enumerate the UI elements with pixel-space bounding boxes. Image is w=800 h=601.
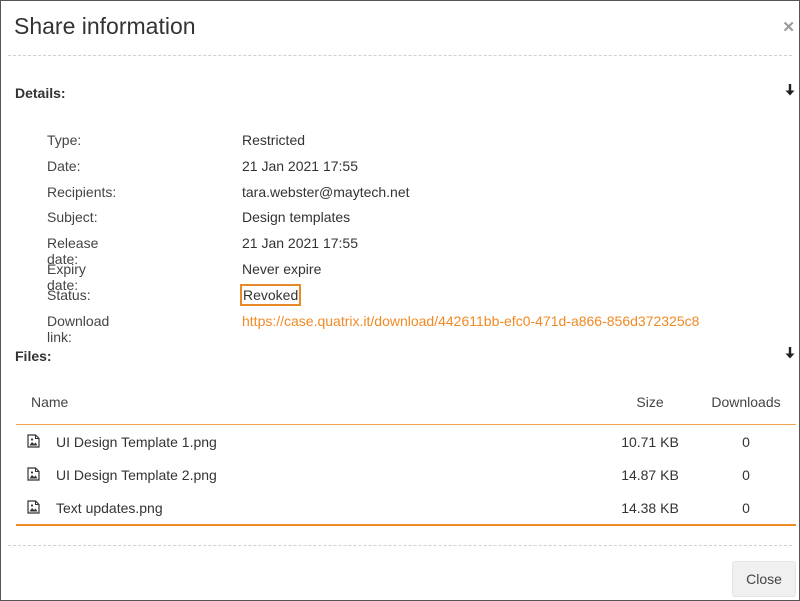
detail-label: Recipients: — [47, 183, 117, 200]
detail-label: Subject: — [47, 209, 98, 226]
table-bottom-rule — [16, 524, 796, 526]
share-information-dialog: Share information ✕ Details: Type: Restr… — [0, 0, 800, 601]
detail-label: Type: — [47, 132, 82, 148]
file-downloads: 0 — [742, 500, 750, 516]
detail-label: Download link: — [47, 312, 110, 345]
column-header-size[interactable]: Size — [613, 394, 687, 410]
header-divider — [8, 55, 792, 56]
image-file-icon — [27, 467, 40, 481]
column-header-name[interactable]: Name — [31, 394, 68, 410]
files-heading: Files: — [15, 348, 52, 364]
file-name: UI Design Template 1.png — [56, 434, 217, 450]
footer-divider — [8, 545, 792, 546]
file-size: 14.87 KB — [621, 467, 679, 483]
detail-value: 21 Jan 2021 17:55 — [242, 235, 358, 252]
column-header-downloads[interactable]: Downloads — [708, 394, 784, 410]
download-link[interactable]: https://case.quatrix.it/download/442611b… — [242, 313, 699, 329]
dialog-title: Share information — [14, 13, 196, 39]
file-name: Text updates.png — [56, 500, 163, 516]
detail-value: 21 Jan 2021 17:55 — [242, 157, 358, 174]
image-file-icon — [27, 434, 40, 448]
image-file-icon — [27, 500, 40, 514]
table-row[interactable]: Text updates.png 14.38 KB 0 — [16, 491, 796, 524]
detail-label: Date: — [47, 157, 81, 174]
status-badge: Revoked — [240, 283, 302, 306]
table-row[interactable]: UI Design Template 1.png 10.71 KB 0 — [16, 425, 796, 458]
close-button[interactable]: Close — [732, 561, 796, 597]
detail-value: tara.webster@maytech.net — [242, 183, 410, 200]
dialog-header: Share information ✕ — [1, 1, 799, 55]
arrow-down-icon[interactable] — [784, 83, 796, 97]
detail-value: Never expire — [242, 260, 322, 277]
detail-label: Status: — [47, 286, 91, 303]
file-downloads: 0 — [742, 467, 750, 483]
file-name: UI Design Template 2.png — [56, 467, 217, 483]
file-size: 10.71 KB — [621, 434, 679, 450]
arrow-down-icon[interactable] — [784, 346, 796, 360]
file-size: 14.38 KB — [621, 500, 679, 516]
details-heading: Details: — [15, 85, 66, 101]
close-icon[interactable]: ✕ — [782, 18, 795, 36]
detail-value: Design templates — [242, 209, 351, 226]
file-downloads: 0 — [742, 434, 750, 450]
detail-value: Restricted — [242, 132, 306, 148]
table-row[interactable]: UI Design Template 2.png 14.87 KB 0 — [16, 458, 796, 491]
